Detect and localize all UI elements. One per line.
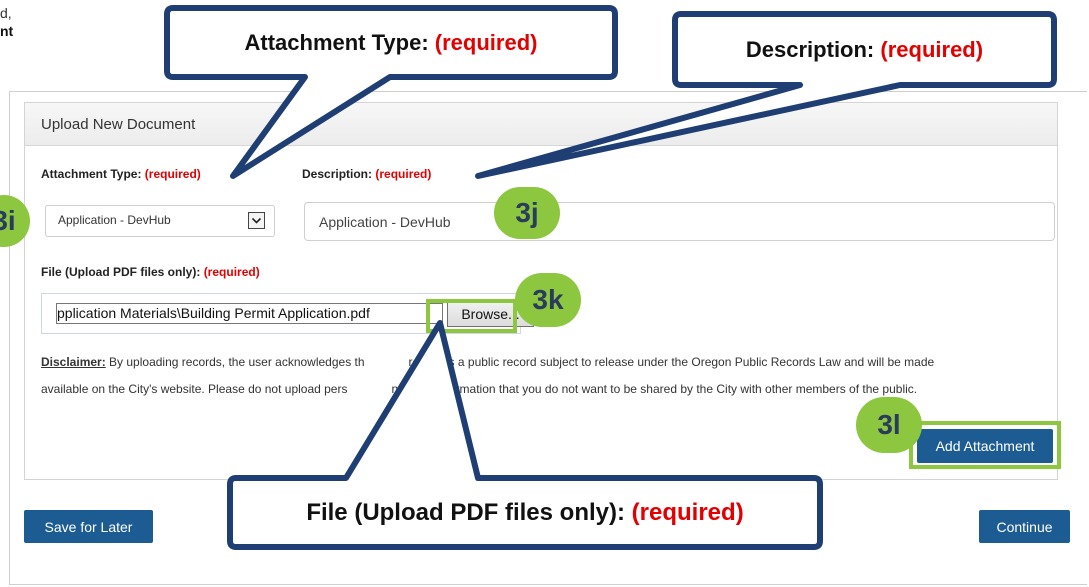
panel-title: Upload New Document <box>41 116 196 133</box>
file-label-text: File (Upload PDF files only): <box>41 265 201 279</box>
callout-required: (required) <box>434 29 538 55</box>
disclaimer-label: Disclaimer: <box>41 355 106 369</box>
callout-label: Description: <box>745 36 875 62</box>
disclaimer-line1b: record is a public record subject to rel… <box>408 355 935 369</box>
file-path-input[interactable]: pplication Materials\Building Permit App… <box>56 303 443 324</box>
attachment-type-label: Attachment Type: (required) <box>41 167 201 181</box>
callout-label: Attachment Type: <box>244 29 429 55</box>
description-label-text: Description: <box>302 167 373 181</box>
attachment-type-select[interactable]: Application - DevHub <box>45 205 275 237</box>
disclaimer-text: Disclaimer: By uploading records, the us… <box>41 349 1051 403</box>
attachment-callout-text: Attachment Type: (required) <box>172 13 610 72</box>
cut-off-text-line: d, <box>0 5 12 21</box>
disclaimer-line2b: ntifiable information that you do not wa… <box>391 382 918 396</box>
continue-button[interactable]: Continue <box>979 510 1070 543</box>
attachment-type-label-text: Attachment Type: <box>41 167 142 181</box>
description-value: Application - DevHub <box>319 214 451 230</box>
callout-required: (required) <box>631 498 744 526</box>
add-attachment-highlight-frame <box>909 421 1061 469</box>
description-label: Description: (required) <box>302 167 431 181</box>
file-path-value: pplication Materials\Building Permit App… <box>57 305 370 321</box>
attachment-type-value: Application - DevHub <box>58 213 171 227</box>
description-callout-text: Description: (required) <box>680 19 1049 80</box>
step-badge-3l: 3l <box>856 397 922 453</box>
description-input[interactable]: Application - DevHub <box>304 202 1055 241</box>
chevron-down-icon[interactable] <box>248 212 265 229</box>
disclaimer-line1a: By uploading records, the user acknowled… <box>109 355 365 369</box>
browse-highlight-frame <box>426 299 517 333</box>
callout-required: (required) <box>880 36 984 62</box>
cut-off-text-line: nt <box>0 23 14 39</box>
required-marker: (required) <box>144 167 201 181</box>
save-for-later-button[interactable]: Save for Later <box>24 510 153 543</box>
panel-header: Upload New Document <box>25 103 1057 146</box>
step-badge-3j: 3j <box>494 187 560 239</box>
callout-label: File (Upload PDF files only): <box>306 498 625 526</box>
disclaimer-line2a: available on the City's website. Please … <box>41 382 348 396</box>
file-callout-text: File (Upload PDF files only): (required) <box>235 483 815 542</box>
required-marker: (required) <box>203 265 260 279</box>
required-marker: (required) <box>375 167 432 181</box>
step-badge-3k: 3k <box>515 273 581 327</box>
file-label: File (Upload PDF files only): (required) <box>41 265 260 279</box>
